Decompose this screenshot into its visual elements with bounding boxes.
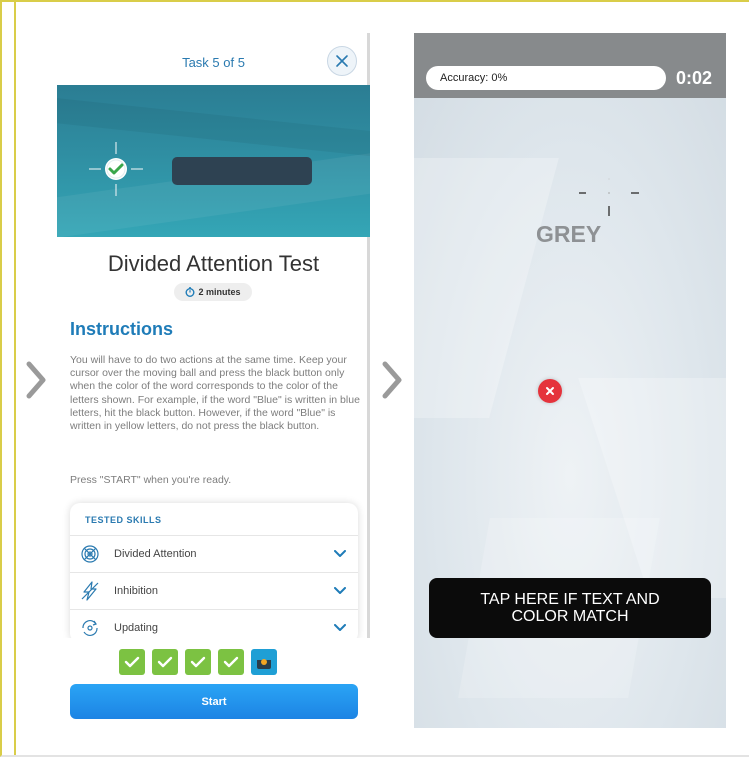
accuracy-bar: Accuracy: 0% — [426, 66, 666, 90]
chevron-down-icon — [334, 587, 346, 594]
skill-label: Divided Attention — [114, 548, 197, 560]
chevron-down-icon — [334, 624, 346, 631]
refresh-eye-icon — [82, 620, 98, 636]
skill-label: Inhibition — [114, 585, 159, 597]
close-button[interactable] — [327, 46, 357, 76]
test-title: Divided Attention Test — [107, 251, 320, 276]
crosshair-check-icon — [89, 142, 143, 196]
moving-ball[interactable] — [538, 379, 562, 403]
instructions-text: You will have to do two actions at the s… — [70, 354, 360, 433]
skill-row-divided-attention[interactable]: Divided Attention — [70, 535, 358, 572]
duration-badge: 2 minutes — [174, 283, 252, 301]
duration-label: 2 minutes — [198, 287, 241, 297]
instructions-heading: Instructions — [70, 319, 174, 339]
banner-button-shape — [172, 157, 312, 185]
task-current-icon — [257, 655, 271, 669]
progress-step-completed — [185, 649, 211, 675]
bottom-action-area: Start — [57, 638, 370, 723]
test-banner-image — [57, 85, 370, 237]
lightning-slash-icon — [81, 581, 99, 601]
progress-step-completed — [119, 649, 145, 675]
check-icon — [124, 656, 140, 668]
instructions-press-start: Press "START" when you're ready. — [70, 474, 232, 486]
check-icon — [190, 656, 206, 668]
stimulus-word: GREY — [536, 221, 602, 247]
match-tap-button[interactable]: TAP HERE IF TEXT AND COLOR MATCH — [429, 578, 711, 638]
close-icon — [336, 55, 348, 67]
skill-label: Updating — [114, 622, 159, 634]
progress-step-current — [251, 649, 277, 675]
instructions-screen: Task 5 of 5 Divided Attention Test 2 min… — [57, 33, 370, 723]
timer-icon — [185, 287, 195, 297]
task-progress — [119, 649, 277, 675]
tested-skills-card: TESTED SKILLS Divided Attention Inhibiti… — [70, 503, 358, 643]
task-counter: Task 5 of 5 — [182, 55, 245, 70]
frame-divider — [14, 2, 16, 755]
check-icon — [157, 656, 173, 668]
game-screen: Accuracy: 0% 0:02 GREY TAP HERE IF TEXT … — [414, 33, 726, 728]
chevron-right-icon — [381, 360, 403, 400]
game-status-bar: Accuracy: 0% 0:02 — [414, 33, 726, 98]
check-icon — [223, 656, 239, 668]
crosshair-icon — [579, 178, 639, 216]
progress-step-completed — [218, 649, 244, 675]
target-rings-icon — [81, 545, 99, 563]
skill-row-inhibition[interactable]: Inhibition — [70, 572, 358, 609]
close-icon — [546, 387, 554, 395]
progress-step-completed — [152, 649, 178, 675]
chevron-right-icon — [25, 360, 47, 400]
skills-title: TESTED SKILLS — [85, 515, 162, 525]
start-button[interactable]: Start — [70, 684, 358, 719]
game-timer: 0:02 — [676, 68, 713, 88]
chevron-down-icon — [334, 550, 346, 557]
